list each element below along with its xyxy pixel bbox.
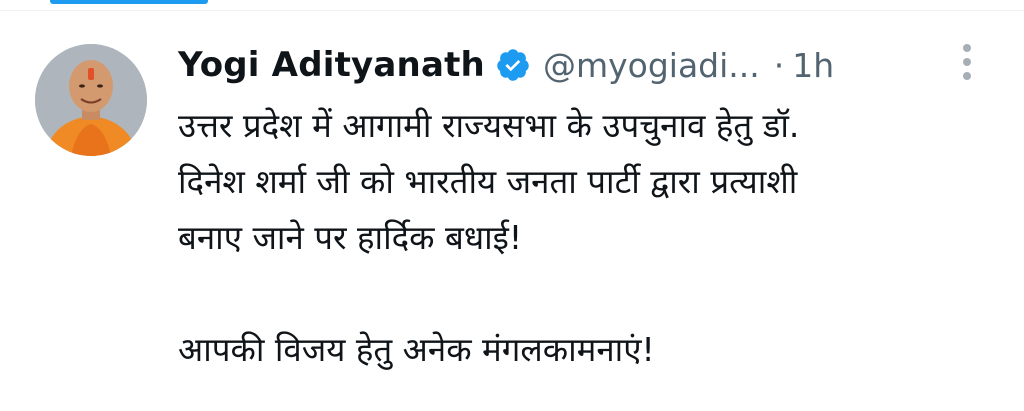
author-name[interactable]: Yogi Adityanath (178, 45, 485, 85)
avatar-image (35, 44, 147, 156)
tweet-text-line: उत्तर प्रदेश में आगामी राज्यसभा के उपचुन… (178, 106, 800, 145)
tweet-text: उत्तर प्रदेश में आगामी राज्यसभा के उपचुन… (178, 98, 978, 378)
divider (0, 10, 1024, 11)
tweet-text-line: आपकी विजय हेतु अनेक मंगलकामनाएं! (178, 330, 655, 369)
tab-indicator (50, 0, 208, 4)
tweet-text-line: बनाए जाने पर हार्दिक बधाई! (178, 218, 523, 257)
author-handle[interactable]: @myogiadi... (543, 46, 760, 85)
tweet-text-line: दिनेश शर्मा जी को भारतीय जनता पार्टी द्व… (178, 162, 798, 201)
separator-dot: · (773, 45, 785, 85)
tweet-screen: Yogi Adityanath @myogiadi... · 1h उत्तर … (0, 0, 1024, 411)
avatar[interactable] (35, 44, 147, 156)
timestamp[interactable]: 1h (792, 46, 834, 85)
more-options-icon[interactable] (952, 42, 982, 82)
verified-badge-icon[interactable] (495, 47, 531, 83)
tweet-header: Yogi Adityanath @myogiadi... · 1h (178, 40, 834, 90)
